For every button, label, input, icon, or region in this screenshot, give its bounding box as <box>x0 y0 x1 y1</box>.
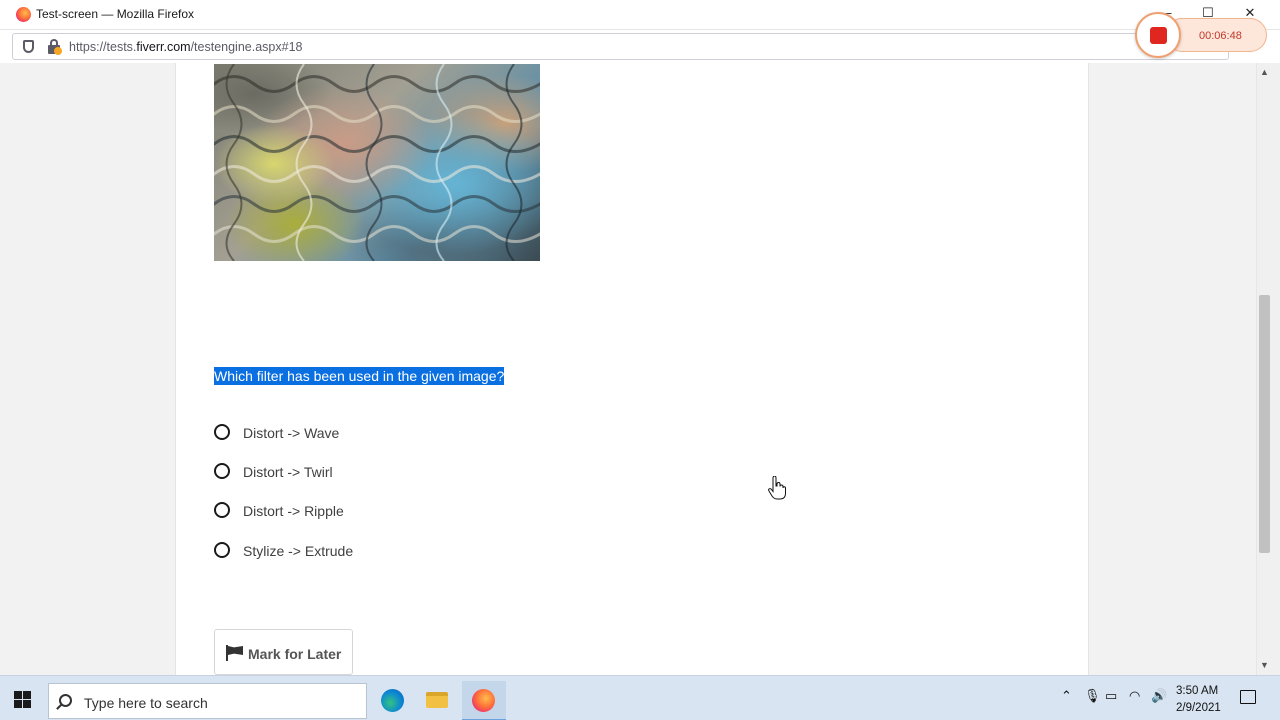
scroll-down-arrow-icon[interactable]: ▼ <box>1260 660 1269 670</box>
taskbar-search-box[interactable]: Type here to search <box>48 683 367 719</box>
scroll-up-arrow-icon[interactable]: ▲ <box>1260 67 1269 77</box>
radio-button[interactable] <box>214 424 230 440</box>
windows-taskbar: Type here to search ⌃ 🎙 ▭ ◠ 🔊 3:50 AM 2/… <box>0 675 1280 720</box>
clock-time[interactable]: 3:50 AM <box>1176 685 1218 697</box>
hand-pointer-cursor-icon <box>768 476 786 500</box>
search-icon <box>59 694 72 707</box>
taskbar-firefox-button[interactable] <box>462 681 506 720</box>
microphone-icon[interactable]: 🎙 <box>1084 688 1101 704</box>
question-image <box>214 64 540 261</box>
screen-recorder-widget: 00:06:48 <box>1135 12 1267 58</box>
url-text[interactable]: https://tests.fiverr.com/testengine.aspx… <box>69 40 302 54</box>
question-text: Which filter has been used in the given … <box>214 367 505 385</box>
answer-option-label[interactable]: Distort -> Twirl <box>243 464 333 480</box>
vertical-scrollbar[interactable]: ▲ ▼ <box>1256 63 1272 675</box>
radio-button[interactable] <box>214 502 230 518</box>
taskbar-edge-button[interactable] <box>371 681 415 720</box>
insecure-lock-icon[interactable] <box>48 39 62 55</box>
scrollbar-thumb[interactable] <box>1259 295 1270 553</box>
navigation-bar: https://tests.fiverr.com/testengine.aspx… <box>0 30 1280 63</box>
page-viewport: Which filter has been used in the given … <box>0 63 1256 675</box>
test-content-panel: Which filter has been used in the given … <box>175 63 1089 675</box>
windows-start-button[interactable] <box>14 691 31 708</box>
edge-icon <box>381 689 404 712</box>
answer-option-label[interactable]: Distort -> Wave <box>243 425 339 441</box>
flag-icon <box>226 645 244 661</box>
answer-option[interactable]: Stylize -> Extrude <box>213 539 613 563</box>
radio-button[interactable] <box>214 463 230 479</box>
wifi-icon[interactable]: ◠ <box>1129 688 1140 704</box>
answer-option[interactable]: Distort -> Wave <box>213 421 613 445</box>
chevron-up-icon[interactable]: ⌃ <box>1061 688 1072 704</box>
volume-icon[interactable]: 🔊 <box>1151 688 1167 704</box>
wave-distortion-pattern <box>214 64 540 261</box>
tracking-protection-shield-icon[interactable] <box>23 40 34 53</box>
answer-option[interactable]: Distort -> Twirl <box>213 460 613 484</box>
search-placeholder[interactable]: Type here to search <box>84 695 208 711</box>
taskbar-file-explorer-button[interactable] <box>416 681 460 720</box>
mark-for-later-button[interactable]: Mark for Later <box>214 629 353 675</box>
firefox-logo-icon <box>16 7 31 22</box>
notification-center-icon[interactable] <box>1240 690 1256 704</box>
url-bar[interactable]: https://tests.fiverr.com/testengine.aspx… <box>12 33 1229 60</box>
stop-icon <box>1150 27 1167 44</box>
answer-option[interactable]: Distort -> Ripple <box>213 499 613 523</box>
battery-icon[interactable]: ▭ <box>1105 688 1117 704</box>
window-titlebar: Test-screen — Mozilla Firefox — ☐ ✕ <box>0 0 1280 30</box>
window-title: Test-screen — Mozilla Firefox <box>36 7 195 21</box>
radio-button[interactable] <box>214 542 230 558</box>
file-explorer-icon <box>426 692 448 708</box>
answer-option-label[interactable]: Distort -> Ripple <box>243 503 344 519</box>
answer-option-label[interactable]: Stylize -> Extrude <box>243 543 353 559</box>
clock-date[interactable]: 2/9/2021 <box>1176 702 1221 714</box>
firefox-icon <box>472 689 495 712</box>
mark-for-later-label: Mark for Later <box>248 646 342 662</box>
stop-recording-button[interactable] <box>1135 12 1181 58</box>
recorder-elapsed-time: 00:06:48 <box>1199 30 1242 42</box>
